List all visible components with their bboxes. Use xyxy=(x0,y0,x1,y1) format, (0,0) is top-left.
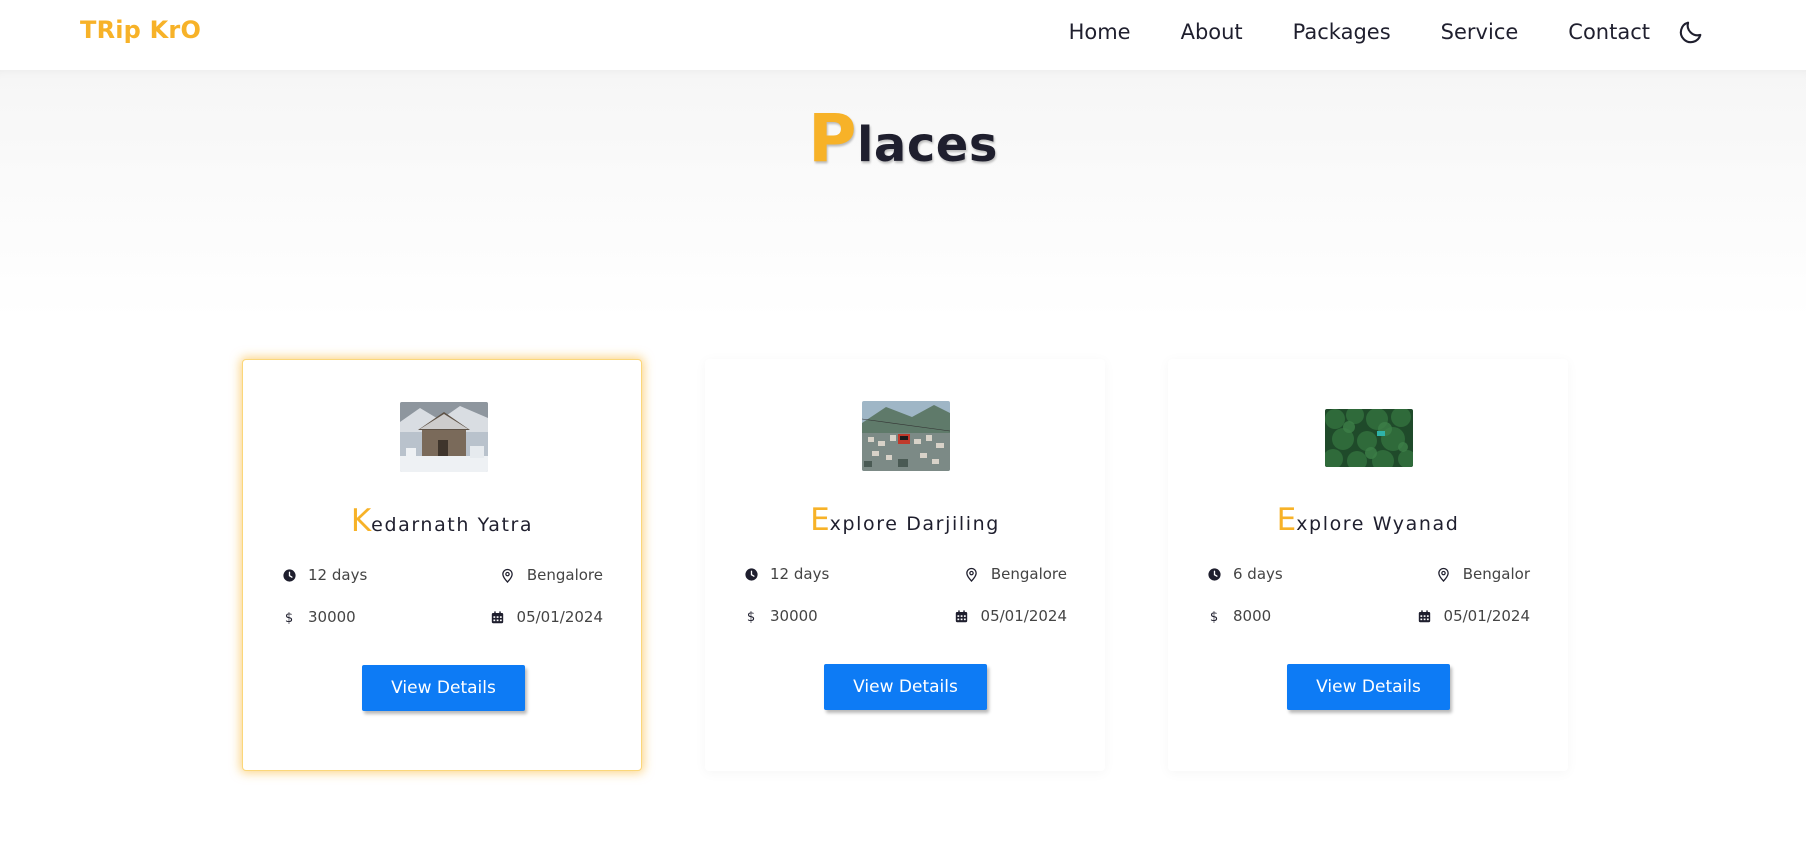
card-title: Explore Darjiling xyxy=(705,502,1105,538)
moon-icon xyxy=(1679,21,1702,44)
date-info: 05/01/2024 xyxy=(954,607,1067,625)
calendar-icon xyxy=(490,609,506,625)
snowy-temple-photo xyxy=(400,402,488,472)
card-title-rest: xplore Darjiling xyxy=(829,513,1000,535)
duration-info: 12 days xyxy=(743,565,829,583)
price-info: $ 30000 xyxy=(281,608,356,626)
date-info: 05/01/2024 xyxy=(490,608,603,626)
nav-link-service[interactable]: Service xyxy=(1441,20,1519,44)
location-info: Bengalor xyxy=(1436,565,1530,583)
date-text: 05/01/2024 xyxy=(516,608,603,626)
card-image xyxy=(1325,409,1413,467)
brand-logo[interactable]: TRip KrO xyxy=(80,16,201,44)
view-details-button[interactable]: View Details xyxy=(362,665,525,711)
dark-mode-toggle[interactable] xyxy=(1676,17,1706,47)
calendar-icon xyxy=(1417,608,1433,624)
svg-text:$: $ xyxy=(1210,610,1218,624)
view-details-button[interactable]: View Details xyxy=(1287,664,1450,710)
view-details-button[interactable]: View Details xyxy=(824,664,987,710)
svg-text:$: $ xyxy=(747,610,755,624)
duration-info: 12 days xyxy=(281,566,367,584)
location-text: Bengalore xyxy=(990,565,1067,583)
page-title: Places xyxy=(0,100,1806,177)
dollar-icon: $ xyxy=(281,609,297,625)
nav-link-contact[interactable]: Contact xyxy=(1568,20,1650,44)
dollar-icon: $ xyxy=(743,608,759,624)
calendar-icon xyxy=(954,608,970,624)
location-text: Bengalor xyxy=(1462,565,1530,583)
card-title-initial: E xyxy=(1276,502,1297,538)
package-card[interactable]: Kedarnath Yatra 12 days Bengalore $ 3000… xyxy=(242,359,642,771)
location-info: Bengalore xyxy=(964,565,1067,583)
duration-text: 12 days xyxy=(770,565,830,583)
map-pin-icon xyxy=(1436,566,1452,582)
price-info: $ 30000 xyxy=(743,607,818,625)
nav-link-about[interactable]: About xyxy=(1181,20,1243,44)
map-pin-icon xyxy=(964,566,980,582)
price-text: 8000 xyxy=(1233,607,1272,625)
date-text: 05/01/2024 xyxy=(980,607,1067,625)
package-cards: Kedarnath Yatra 12 days Bengalore $ 3000… xyxy=(242,359,1568,771)
nav-link-packages[interactable]: Packages xyxy=(1293,20,1391,44)
hill-town-cable-car-photo xyxy=(862,401,950,471)
card-title: Kedarnath Yatra xyxy=(243,503,641,539)
duration-text: 12 days xyxy=(308,566,368,584)
dollar-icon: $ xyxy=(1206,608,1222,624)
forest-canopy-photo xyxy=(1325,409,1413,467)
date-info: 05/01/2024 xyxy=(1417,607,1530,625)
location-info: Bengalore xyxy=(500,566,603,584)
page-title-rest: laces xyxy=(856,117,998,173)
svg-text:$: $ xyxy=(285,611,293,625)
card-image xyxy=(400,402,488,472)
price-info: $ 8000 xyxy=(1206,607,1271,625)
card-image xyxy=(862,401,950,471)
page-title-initial: P xyxy=(808,100,857,177)
duration-info: 6 days xyxy=(1206,565,1283,583)
card-title-rest: edarnath Yatra xyxy=(371,514,534,536)
price-text: 30000 xyxy=(308,608,356,626)
price-text: 30000 xyxy=(770,607,818,625)
card-title-initial: K xyxy=(350,503,372,539)
nav-links: Home About Packages Service Contact xyxy=(1069,17,1706,47)
nav-link-home[interactable]: Home xyxy=(1069,20,1131,44)
clock-icon xyxy=(743,566,759,582)
card-title: Explore Wyanad xyxy=(1168,502,1568,538)
clock-icon xyxy=(1206,566,1222,582)
duration-text: 6 days xyxy=(1233,565,1283,583)
location-text: Bengalore xyxy=(526,566,603,584)
map-pin-icon xyxy=(500,567,516,583)
card-title-initial: E xyxy=(810,502,830,538)
card-title-rest: xplore Wyanad xyxy=(1296,513,1460,535)
navbar: TRip KrO Home About Packages Service Con… xyxy=(0,0,1806,70)
date-text: 05/01/2024 xyxy=(1443,607,1530,625)
clock-icon xyxy=(281,567,297,583)
package-card[interactable]: Explore Wyanad 6 days Bengalor $ 8000 05… xyxy=(1168,359,1568,771)
package-card[interactable]: Explore Darjiling 12 days Bengalore $ 30… xyxy=(705,359,1105,771)
